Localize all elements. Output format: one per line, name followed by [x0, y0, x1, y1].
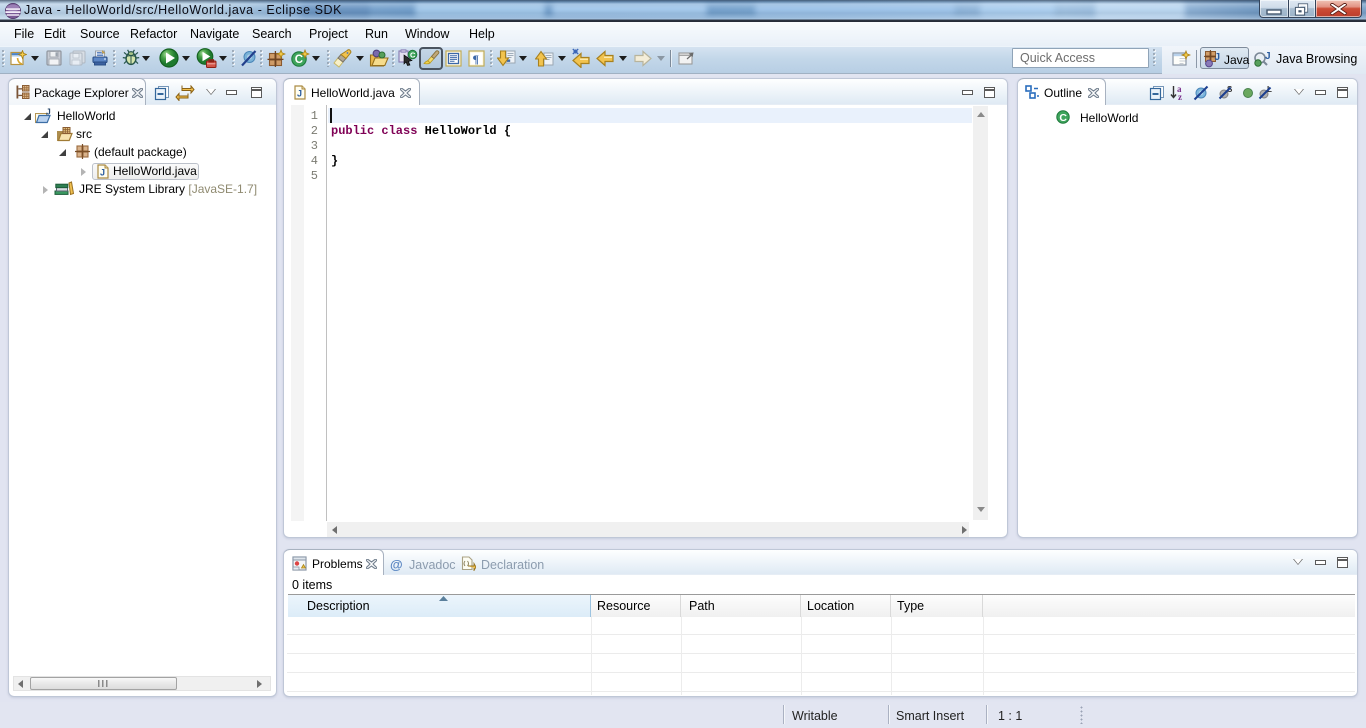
svg-text:C: C	[1059, 112, 1067, 124]
svg-text:J: J	[297, 89, 302, 99]
svg-text:J: J	[1215, 52, 1221, 63]
svg-text:C: C	[410, 51, 416, 60]
svg-text:J: J	[1265, 51, 1271, 62]
svg-text:J: J	[46, 108, 51, 117]
svg-text:J: J	[100, 168, 105, 178]
svg-text:C: C	[295, 54, 303, 66]
svg-text:z: z	[1178, 92, 1182, 102]
svg-text:¶: ¶	[473, 52, 479, 66]
